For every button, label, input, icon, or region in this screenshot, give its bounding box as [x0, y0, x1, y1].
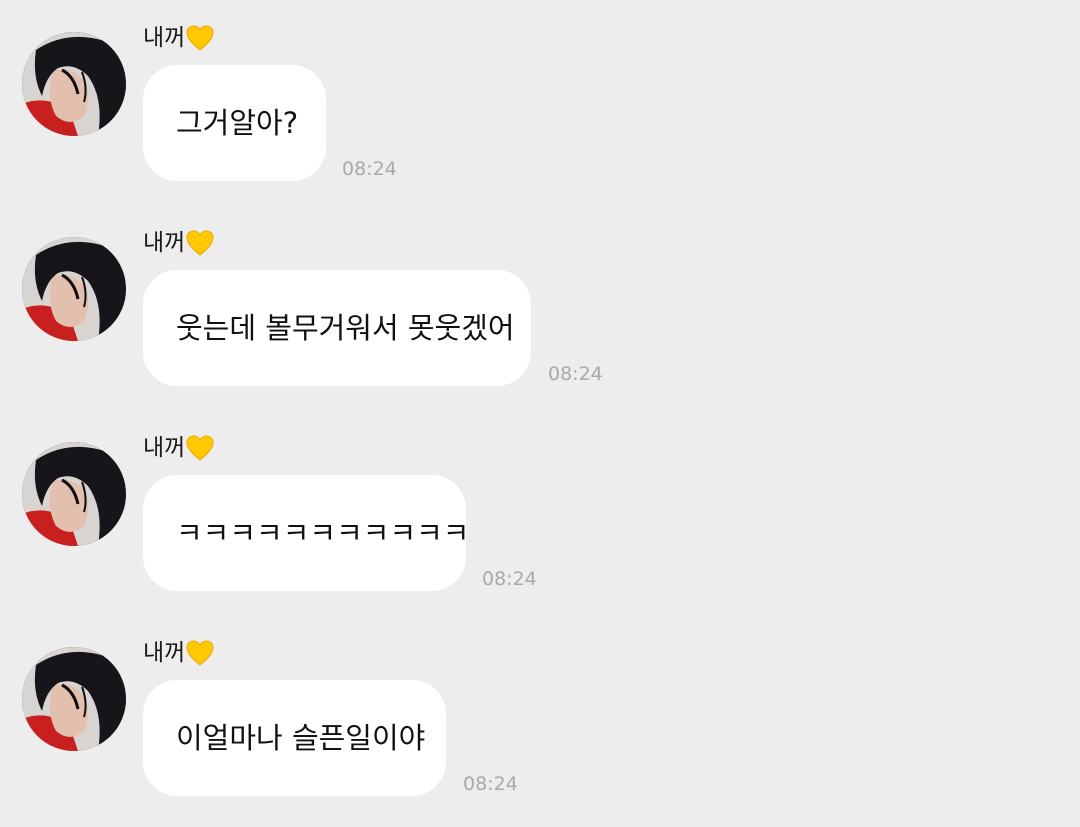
avatar[interactable] — [22, 647, 126, 751]
sender-name: 내꺼 — [143, 435, 186, 461]
avatar-photo — [22, 647, 126, 751]
yellow-heart-icon — [186, 230, 214, 256]
message-text: 이얼마나 슬픈일이야 — [176, 721, 426, 755]
message-bubble[interactable]: 웃는데 볼무거워서 못웃겠어 — [143, 270, 531, 386]
avatar[interactable] — [22, 442, 126, 546]
message-text: 그거알아? — [176, 106, 299, 140]
message-timestamp: 08:24 — [463, 773, 518, 795]
yellow-heart-icon — [186, 640, 214, 666]
avatar[interactable] — [22, 32, 126, 136]
avatar[interactable] — [22, 237, 126, 341]
message-timestamp: 08:24 — [342, 158, 397, 180]
message-bubble[interactable]: 그거알아? — [143, 65, 326, 181]
avatar-photo — [22, 442, 126, 546]
sender-label: 내꺼 — [143, 637, 214, 669]
message-row: 내꺼 웃는데 볼무거워서 못웃겠어 08:24 — [0, 227, 1080, 417]
sender-label: 내꺼 — [143, 432, 214, 464]
yellow-heart-icon — [186, 25, 214, 51]
message-text: ㅋㅋㅋㅋㅋㅋㅋㅋㅋㅋㅋ — [176, 516, 470, 550]
avatar-photo — [22, 32, 126, 136]
message-row: 내꺼 그거알아? 08:24 — [0, 22, 1080, 212]
sender-name: 내꺼 — [143, 230, 186, 256]
chat-message-list[interactable]: 내꺼 그거알아? 08:24 내꺼 웃는데 볼무거워서 못웃겠어 08:24 내… — [0, 0, 1080, 817]
sender-name: 내꺼 — [143, 25, 186, 51]
avatar-photo — [22, 237, 126, 341]
message-row: 내꺼 이얼마나 슬픈일이야 08:24 — [0, 637, 1080, 827]
message-bubble[interactable]: ㅋㅋㅋㅋㅋㅋㅋㅋㅋㅋㅋ — [143, 475, 470, 591]
yellow-heart-icon — [186, 435, 214, 461]
message-row: 내꺼 ㅋㅋㅋㅋㅋㅋㅋㅋㅋㅋㅋ 08:24 — [0, 432, 1080, 622]
sender-name: 내꺼 — [143, 640, 186, 666]
message-bubble[interactable]: 이얼마나 슬픈일이야 — [143, 680, 446, 796]
sender-label: 내꺼 — [143, 227, 214, 259]
message-timestamp: 08:24 — [548, 363, 603, 385]
sender-label: 내꺼 — [143, 22, 214, 54]
message-text: 웃는데 볼무거워서 못웃겠어 — [176, 311, 515, 345]
message-timestamp: 08:24 — [482, 568, 537, 590]
